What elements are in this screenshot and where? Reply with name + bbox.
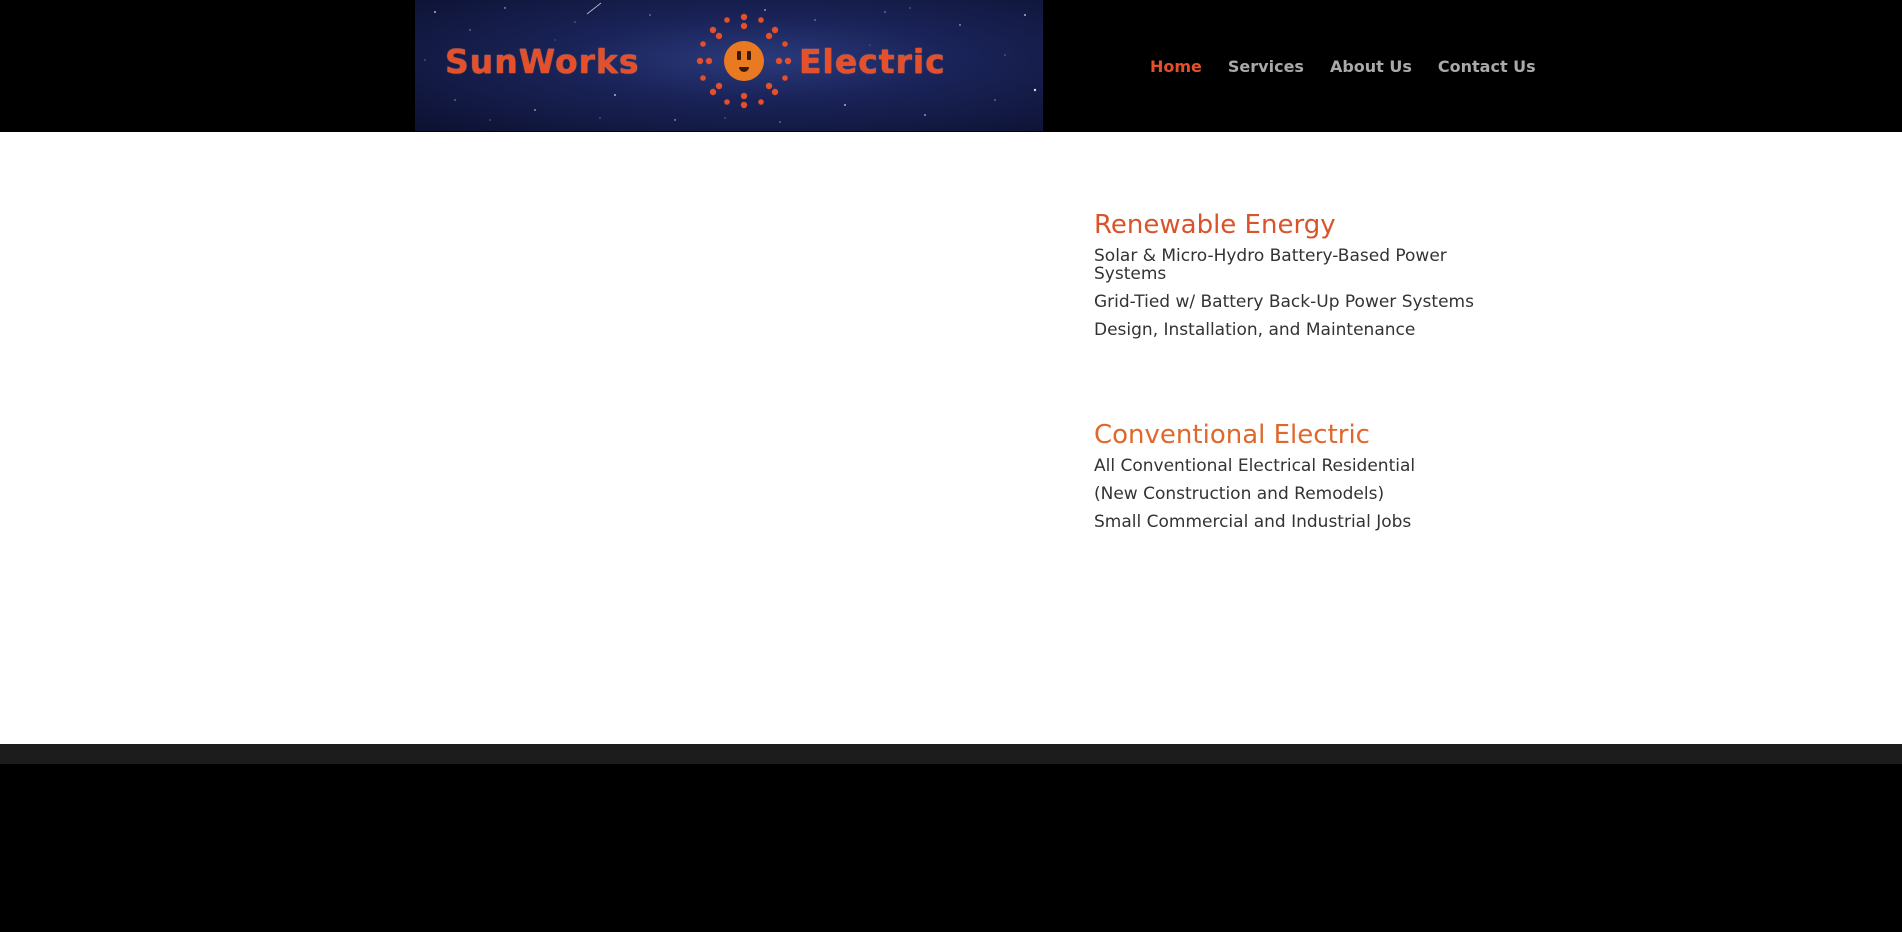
- conventional-line: Small Commercial and Industrial Jobs: [1094, 512, 1412, 532]
- nav-item-home[interactable]: Home: [1150, 57, 1202, 76]
- renewable-line: Design, Installation, and Maintenance: [1094, 320, 1416, 340]
- nav-item-contact-us[interactable]: Contact Us: [1438, 57, 1536, 76]
- conventional-line: All Conventional Electrical Residential: [1094, 456, 1416, 476]
- sun-outlet-icon: [696, 13, 792, 109]
- nav-item-about-us[interactable]: About Us: [1330, 57, 1412, 76]
- renewable-line: Solar & Micro-Hydro Battery-Based Power …: [1094, 246, 1447, 284]
- logo-banner[interactable]: SunWorks Electric: [415, 0, 1043, 131]
- conventional-line: (New Construction and Remodels): [1094, 484, 1385, 504]
- conventional-electric-heading: Conventional Electric: [1094, 420, 1370, 450]
- site-footer: [0, 764, 1902, 932]
- logo-wordmark-left: SunWorks: [445, 42, 640, 81]
- renewable-line: Grid-Tied w/ Battery Back-Up Power Syste…: [1094, 292, 1474, 312]
- renewable-energy-heading: Renewable Energy: [1094, 210, 1336, 240]
- nav-item-services[interactable]: Services: [1228, 57, 1304, 76]
- footer-top-bar: [0, 744, 1902, 764]
- logo-wordmark-right: Electric: [799, 42, 946, 81]
- site-header: SunWorks Electric Home Services About Us…: [0, 0, 1902, 132]
- conventional-electric-section: Conventional Electric All Conventional E…: [1094, 419, 1494, 541]
- main-nav: Home Services About Us Contact Us: [1150, 0, 1536, 132]
- renewable-energy-section: Renewable Energy Solar & Micro-Hydro Bat…: [1094, 209, 1494, 349]
